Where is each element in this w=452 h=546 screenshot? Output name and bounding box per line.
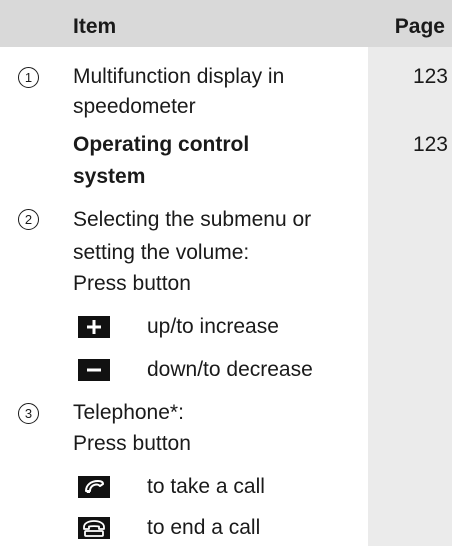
- item-column-header: Item: [73, 15, 117, 38]
- increase-label: up/to increase: [147, 315, 279, 338]
- row-3-line-2: setting the volume:: [73, 241, 250, 264]
- row-4-line-1: Telephone*:: [73, 401, 184, 424]
- row-1-line-2: speedometer: [73, 95, 196, 118]
- end-call-label: to end a call: [147, 516, 261, 539]
- row-number-2: 2: [18, 209, 39, 230]
- page-column: [368, 47, 452, 546]
- minus-icon: [78, 359, 110, 381]
- decrease-label: down/to decrease: [147, 358, 313, 381]
- row-3-line-1: Selecting the submenu or: [73, 208, 312, 231]
- row-1-page: 123: [412, 65, 448, 88]
- row-1-line-1: Multifunction display in: [73, 65, 285, 88]
- phone-end-icon: [78, 517, 110, 539]
- phone-answer-icon: [78, 476, 110, 498]
- row-number-1: 1: [18, 67, 39, 88]
- take-call-label: to take a call: [147, 475, 265, 498]
- page-column-header: Page: [394, 15, 445, 38]
- row-2-line-1: Operating control: [73, 133, 250, 156]
- row-4-line-2: Press button: [73, 432, 191, 455]
- row-2-line-2: system: [73, 165, 146, 188]
- row-3-line-3: Press button: [73, 272, 191, 295]
- plus-icon: [78, 316, 110, 338]
- row-2-page: 123: [412, 133, 448, 156]
- row-number-3: 3: [18, 403, 39, 424]
